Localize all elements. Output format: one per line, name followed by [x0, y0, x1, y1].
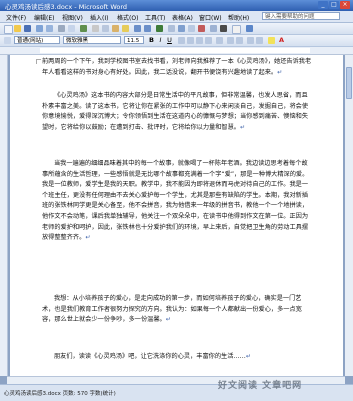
print-icon[interactable]	[58, 25, 65, 32]
undo-icon[interactable]	[134, 25, 141, 32]
menu-help[interactable]: 帮助(H)	[228, 13, 249, 22]
menu-view[interactable]: 视图(V)	[62, 13, 83, 22]
menu-edit[interactable]: 编辑(E)	[34, 13, 54, 22]
permission-icon[interactable]	[36, 25, 43, 32]
vertical-scrollbar[interactable]	[345, 55, 353, 376]
font-select[interactable]: 微软雅黑	[63, 36, 121, 44]
spelling-icon[interactable]	[80, 25, 87, 32]
print-preview-icon[interactable]	[68, 25, 75, 32]
italic-button[interactable]: I	[157, 37, 164, 44]
menu-insert[interactable]: 插入(I)	[90, 13, 108, 22]
paste-icon[interactable]	[112, 25, 119, 32]
menu-bar: 文件(F) 编辑(E) 视图(V) 插入(I) 格式(O) 工具(T) 表格(A…	[0, 11, 353, 23]
table-icon[interactable]	[168, 25, 175, 32]
vertical-ruler[interactable]	[0, 55, 8, 376]
paragraph-5[interactable]: 朋友们，读读《心灵鸡汤》吧，让它洗涤你的心灵，丰富你的生活……↵	[42, 352, 312, 363]
window-title: 心灵鸡汤读后感3.docx - Microsoft Word	[5, 3, 128, 11]
numbering-icon[interactable]	[227, 37, 234, 44]
decrease-indent-icon[interactable]	[247, 37, 254, 44]
site-watermark: 好文阅读 文章吧网	[218, 381, 303, 391]
redo-icon[interactable]	[144, 25, 151, 32]
horizontal-ruler[interactable]	[0, 47, 353, 55]
paragraph-2[interactable]: 《心灵鸡汤》这本书的内容大部分是日常生活中的平凡故事，但非常温馨，也发人思省，而…	[42, 91, 312, 133]
menu-format[interactable]: 格式(O)	[117, 13, 138, 22]
increase-indent-icon[interactable]	[256, 37, 263, 44]
styles-pane-icon[interactable]	[4, 37, 11, 44]
close-button[interactable]: ×	[340, 1, 350, 9]
paragraph-4[interactable]: 我想：从小培养孩子的爱心，是走向成功的第一步，而如何培养孩子的爱心，确实是一门艺…	[42, 294, 312, 326]
zoom-icon[interactable]	[232, 25, 241, 34]
bold-button[interactable]: B	[148, 37, 155, 44]
cut-icon[interactable]	[92, 25, 99, 32]
scroll-thumb[interactable]	[346, 67, 352, 99]
excel-icon[interactable]	[178, 25, 185, 32]
minimize-button[interactable]: _	[318, 1, 328, 9]
maximize-button[interactable]: □	[329, 1, 339, 9]
style-select[interactable]: 普通(网站)	[14, 36, 60, 44]
drawing-icon[interactable]	[198, 25, 205, 32]
font-size-select[interactable]: 11.5	[124, 36, 144, 44]
help-icon[interactable]	[246, 25, 253, 32]
columns-icon[interactable]	[188, 25, 195, 32]
formatting-toolbar: 普通(网站) 微软雅黑 11.5 B I U A	[0, 35, 353, 47]
document-map-icon[interactable]	[210, 25, 217, 32]
help-search-input[interactable]: 键入需要帮助的问题	[262, 12, 340, 20]
align-left-icon[interactable]	[178, 37, 185, 44]
format-painter-icon[interactable]	[122, 25, 129, 32]
bullets-icon[interactable]	[236, 37, 243, 44]
status-text: 心灵鸡汤读后感3.docx 页数: 570 字数(统计)	[4, 391, 116, 397]
underline-button[interactable]: U	[166, 37, 173, 44]
margin-corner-mark	[36, 59, 41, 64]
new-document-icon[interactable]	[4, 25, 13, 34]
copy-icon[interactable]	[102, 25, 109, 32]
paragraph-3[interactable]: 当我一遍遍的细细品味着其中的每一个故事，就像喝了一杯陈年老酒。我边读边思考着每个…	[42, 159, 312, 244]
font-color-button[interactable]: A	[278, 37, 285, 44]
open-folder-icon[interactable]	[14, 25, 21, 32]
menu-table[interactable]: 表格(A)	[172, 13, 193, 22]
line-spacing-icon[interactable]	[216, 37, 223, 44]
menu-window[interactable]: 窗口(W)	[199, 13, 222, 22]
save-icon[interactable]	[24, 25, 31, 32]
document-page[interactable]: 前两周的一个下午，我到学校图书室去找书看，刘老师向我推荐了一本《心灵鸡汤》，她还…	[10, 55, 343, 376]
highlight-icon[interactable]	[268, 37, 275, 44]
justify-icon[interactable]	[205, 37, 212, 44]
standard-toolbar	[0, 23, 353, 35]
hyperlink-icon[interactable]	[156, 25, 163, 32]
title-bar: 心灵鸡汤读后感3.docx - Microsoft Word _ □ ×	[0, 0, 353, 11]
email-icon[interactable]	[46, 25, 53, 32]
menu-tools[interactable]: 工具(T)	[145, 13, 165, 22]
align-center-icon[interactable]	[187, 37, 194, 44]
show-formatting-icon[interactable]	[220, 25, 227, 32]
paragraph-1[interactable]: 前两周的一个下午，我到学校图书室去找书看，刘老师向我推荐了一本《心灵鸡汤》，她还…	[42, 57, 312, 78]
align-right-icon[interactable]	[196, 37, 203, 44]
menu-file[interactable]: 文件(F)	[6, 13, 26, 22]
